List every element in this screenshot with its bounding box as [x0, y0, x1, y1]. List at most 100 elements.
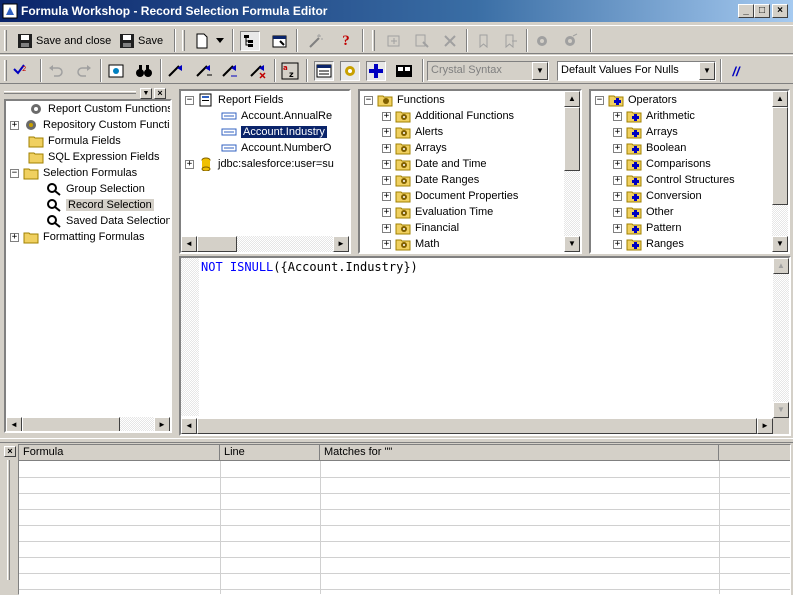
browse-field-icon[interactable] [106, 61, 126, 81]
expand-icon[interactable]: + [613, 223, 622, 233]
expand-icon[interactable]: + [613, 239, 622, 249]
maximize-button[interactable]: □ [754, 4, 770, 18]
tree-item-operator-category[interactable]: + Ranges [613, 236, 684, 252]
tree-item-report-custom-functions[interactable]: Report Custom Functions [28, 101, 170, 117]
vertical-scrollbar[interactable]: ▲ ▼ [773, 258, 789, 418]
syntax-select[interactable]: Crystal Syntax ▼ [427, 61, 549, 81]
expand-icon[interactable]: + [382, 159, 391, 169]
redo-icon[interactable] [74, 61, 94, 81]
scroll-down-icon[interactable]: ▼ [772, 236, 788, 252]
scroll-thumb[interactable] [22, 417, 120, 431]
panel-dropdown-chevron-down-icon[interactable]: ▼ [140, 88, 152, 99]
expand-icon[interactable]: + [613, 207, 622, 217]
expand-icon[interactable]: + [10, 120, 19, 130]
tree-item-operator-category[interactable]: + Arrays [613, 124, 678, 140]
horizontal-scrollbar[interactable]: ◄ ► [6, 417, 170, 431]
scroll-right-icon[interactable]: ► [333, 236, 349, 252]
tree-item-operators[interactable]: − Operators [595, 92, 677, 108]
horizontal-scrollbar[interactable]: ◄ ► [181, 418, 773, 434]
expand-icon[interactable]: + [613, 191, 622, 201]
toggle-properties-icon[interactable] [270, 31, 290, 51]
scroll-right-icon[interactable]: ► [154, 417, 170, 431]
next-bookmark-icon[interactable] [194, 61, 214, 81]
tree-item-formatting-formulas[interactable]: + Formatting Formulas [10, 229, 144, 245]
expand-icon[interactable]: + [613, 159, 622, 169]
tree-item-operator-category[interactable]: + Control Structures [613, 172, 735, 188]
formula-text[interactable]: NOT ISNULL({Account.Industry}) [201, 260, 418, 274]
tree-item-account-annualrevenue[interactable]: Account.AnnualRe [221, 108, 332, 124]
toolbar-grip[interactable] [4, 30, 7, 51]
magic-wand-icon[interactable] [306, 31, 326, 51]
undo-icon[interactable] [46, 61, 66, 81]
minimize-button[interactable]: _ [738, 4, 754, 18]
expand-icon[interactable]: + [613, 127, 622, 137]
fields-functions-splitter[interactable] [352, 89, 357, 255]
new-formula-icon[interactable] [192, 31, 212, 51]
show-operators-icon[interactable] [366, 61, 386, 81]
scroll-thumb[interactable] [197, 418, 757, 434]
tree-item-operator-category[interactable]: + Pattern [613, 220, 681, 236]
tree-item-function-category[interactable]: + Document Properties [382, 188, 518, 204]
chevron-down-icon[interactable]: ▼ [532, 62, 548, 80]
gear-icon[interactable] [532, 31, 552, 51]
scroll-left-icon[interactable]: ◄ [181, 418, 197, 434]
tree-item-function-category[interactable]: + Alerts [382, 124, 443, 140]
show-functions-icon[interactable] [340, 61, 360, 81]
column-line[interactable]: Line [220, 445, 320, 461]
nulls-select[interactable]: Default Values For Nulls ▼ [557, 61, 716, 81]
panel-close-icon[interactable]: × [154, 88, 166, 99]
tree-item-jdbc-connection[interactable]: + jdbc:salesforce:user=su [185, 156, 334, 172]
find-binoculars-icon[interactable] [134, 61, 154, 81]
expand-icon[interactable]: + [185, 159, 194, 169]
collapse-icon[interactable]: − [10, 168, 19, 178]
save-button[interactable]: Save [116, 30, 166, 52]
scroll-down-icon[interactable]: ▼ [564, 236, 580, 252]
toggle-bookmark-icon[interactable] [166, 61, 186, 81]
scroll-up-icon[interactable]: ▲ [773, 258, 789, 274]
tree-item-selection-formulas[interactable]: − Selection Formulas [10, 165, 137, 181]
tree-item-function-category[interactable]: + Date and Time [382, 156, 487, 172]
expand-icon[interactable]: + [382, 191, 391, 201]
column-formula[interactable]: Formula [19, 445, 220, 461]
tree-item-operator-category[interactable]: + Arithmetic [613, 108, 695, 124]
vertical-scrollbar[interactable]: ▲ ▼ [564, 91, 580, 252]
expand-icon[interactable]: + [382, 175, 391, 185]
close-button[interactable]: × [772, 4, 788, 18]
tree-item-operator-category[interactable]: + Conversion [613, 188, 702, 204]
clear-bookmarks-icon[interactable] [248, 61, 268, 81]
tree-item-function-category[interactable]: + Date Ranges [382, 172, 479, 188]
tree-item-function-category[interactable]: + Math [382, 236, 439, 252]
tree-item-formula-fields[interactable]: Formula Fields [28, 133, 121, 149]
expand-icon[interactable]: + [10, 232, 19, 242]
tree-item-account-numberofemployees[interactable]: Account.NumberO [221, 140, 331, 156]
tree-item-account-industry[interactable]: Account.Industry [221, 124, 328, 140]
expand-icon[interactable]: + [382, 127, 391, 137]
results-close-icon[interactable]: × [4, 446, 16, 457]
new-dropdown-chevron-down-icon[interactable] [214, 31, 226, 51]
collapse-icon[interactable]: − [185, 95, 194, 105]
scroll-right-icon[interactable]: ► [757, 418, 773, 434]
tree-item-operator-category[interactable]: + Boolean [613, 140, 686, 156]
tree-item-saved-data-selection[interactable]: Saved Data Selection [46, 213, 170, 229]
expand-icon[interactable]: + [613, 143, 622, 153]
scroll-thumb[interactable] [772, 107, 788, 205]
column-matches[interactable]: Matches for "" [320, 445, 719, 461]
gear-run-icon[interactable] [560, 31, 580, 51]
expand-icon[interactable]: + [613, 111, 622, 121]
expression-editor-icon[interactable] [394, 61, 414, 81]
bookmark-next-icon[interactable] [500, 31, 520, 51]
bottom-splitter[interactable] [0, 438, 793, 443]
scroll-left-icon[interactable]: ◄ [181, 236, 197, 252]
scroll-up-icon[interactable]: ▲ [772, 91, 788, 107]
tree-item-report-fields[interactable]: − Report Fields [185, 92, 283, 108]
help-icon[interactable]: ? [336, 31, 356, 51]
tree-item-function-category[interactable]: + Arrays [382, 140, 447, 156]
scroll-down-icon[interactable]: ▼ [773, 402, 789, 418]
scroll-thumb[interactable] [197, 236, 237, 252]
browse-data-icon[interactable] [412, 31, 432, 51]
tree-item-function-category[interactable]: + Additional Functions [382, 108, 514, 124]
scroll-thumb[interactable] [564, 107, 580, 171]
expand-icon[interactable]: + [382, 207, 391, 217]
expand-icon[interactable]: + [382, 143, 391, 153]
bookmark-toggle-icon[interactable] [474, 31, 494, 51]
